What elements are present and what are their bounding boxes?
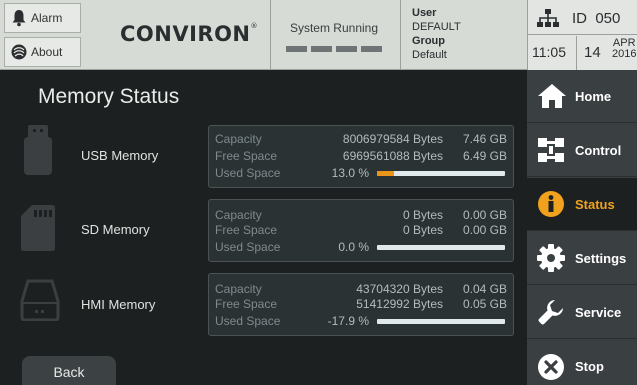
about-button[interactable]: About — [4, 37, 81, 67]
free-gb: 6.49 GB — [462, 149, 507, 163]
stop-icon — [538, 353, 564, 380]
user-value: DEFAULT — [412, 21, 461, 33]
alarm-button[interactable]: Alarm — [4, 3, 81, 33]
usage-bar — [377, 319, 505, 324]
date-day: 14 — [584, 44, 601, 61]
home-icon — [538, 84, 566, 108]
usage-bar-fill — [377, 171, 394, 176]
nav-settings[interactable]: Settings — [527, 232, 637, 285]
control-icon — [538, 138, 564, 162]
usb-memory-panel: Capacity 8006979584 Bytes 7.46 GB Free S… — [208, 125, 514, 188]
date-month-year: APR 2016 — [612, 37, 637, 60]
free-space-label: Free Space — [215, 149, 278, 163]
nav-home[interactable]: Home — [527, 70, 637, 123]
user-label: User — [412, 7, 437, 19]
gear-icon — [537, 244, 565, 272]
side-nav: Home Control Status Settings Service Sto… — [527, 70, 637, 385]
hmi-memory-panel: Capacity 43704320 Bytes 0.04 GB Free Spa… — [208, 273, 514, 336]
free-space-label: Free Space — [215, 223, 278, 237]
back-button[interactable]: Back — [22, 356, 116, 385]
divider — [270, 0, 271, 70]
capacity-gb: 0.04 GB — [462, 282, 507, 296]
sd-memory-label: SD Memory — [81, 222, 150, 237]
used-percent: 13.0 % — [331, 166, 369, 180]
group-label: Group — [412, 35, 445, 47]
memory-status-screen: Alarm About CONVIRON® System Running Use… — [0, 0, 637, 385]
free-gb: 0.05 GB — [462, 297, 507, 311]
network-icon — [537, 9, 559, 27]
alarm-label: Alarm — [31, 11, 63, 25]
nav-service-label: Service — [575, 304, 622, 320]
nav-service[interactable]: Service — [527, 286, 637, 339]
capacity-gb: 0.00 GB — [462, 208, 507, 222]
nav-settings-label: Settings — [575, 250, 627, 266]
capacity-gb: 7.46 GB — [462, 132, 507, 146]
sd-memory-panel: Capacity 0 Bytes 0.00 GB Free Space 0 By… — [208, 199, 514, 262]
usage-bar — [377, 171, 505, 176]
user-group-info: User DEFAULT Group Default — [412, 6, 461, 62]
capacity-bytes: 0 Bytes — [402, 208, 443, 222]
clock-time: 11:05 — [532, 44, 566, 60]
sd-card-icon — [21, 205, 55, 251]
unit-id: ID 050 — [572, 10, 621, 27]
group-value: Default — [412, 49, 447, 61]
usb-memory-label: USB Memory — [81, 148, 159, 163]
capacity-label: Capacity — [215, 132, 262, 146]
network-id-row: ID 050 — [528, 0, 637, 35]
conviron-emblem-icon — [11, 44, 27, 60]
nav-status-label: Status — [575, 196, 615, 212]
capacity-bytes: 8006979584 Bytes — [342, 132, 443, 146]
nav-control-label: Control — [575, 142, 622, 158]
used-space-label: Used Space — [215, 240, 281, 254]
page-title: Memory Status — [38, 85, 180, 108]
system-activity-bars — [286, 46, 382, 52]
nav-home-label: Home — [575, 88, 612, 104]
nav-status[interactable]: Status — [527, 178, 637, 231]
nav-stop-label: Stop — [575, 359, 604, 374]
capacity-label: Capacity — [215, 282, 262, 296]
used-space-label: Used Space — [215, 314, 281, 328]
free-gb: 0.00 GB — [462, 223, 507, 237]
bell-icon — [12, 10, 26, 27]
nav-control[interactable]: Control — [527, 124, 637, 177]
hmi-memory-label: HMI Memory — [81, 297, 156, 312]
free-bytes: 51412992 Bytes — [356, 297, 443, 311]
divider — [400, 0, 401, 70]
system-status-text: System Running — [289, 21, 379, 35]
status-corner: ID 050 11:05 14 APR 2016 — [527, 0, 637, 70]
about-label: About — [31, 45, 63, 59]
usb-drive-icon — [24, 125, 52, 175]
top-bar: Alarm About CONVIRON® System Running Use… — [0, 0, 637, 70]
info-icon — [538, 191, 564, 217]
free-bytes: 0 Bytes — [402, 223, 443, 237]
usage-bar — [377, 245, 505, 250]
used-percent: -17.9 % — [327, 314, 369, 328]
divider — [576, 36, 577, 70]
wrench-icon — [538, 300, 563, 325]
used-space-label: Used Space — [215, 166, 281, 180]
nav-stop[interactable]: Stop — [527, 340, 637, 385]
free-bytes: 6969561088 Bytes — [342, 149, 443, 163]
capacity-label: Capacity — [215, 208, 262, 222]
capacity-bytes: 43704320 Bytes — [356, 282, 443, 296]
free-space-label: Free Space — [215, 297, 278, 311]
hard-drive-icon — [20, 279, 60, 321]
used-percent: 0.0 % — [338, 240, 369, 254]
conviron-logo: CONVIRON® — [120, 22, 259, 46]
